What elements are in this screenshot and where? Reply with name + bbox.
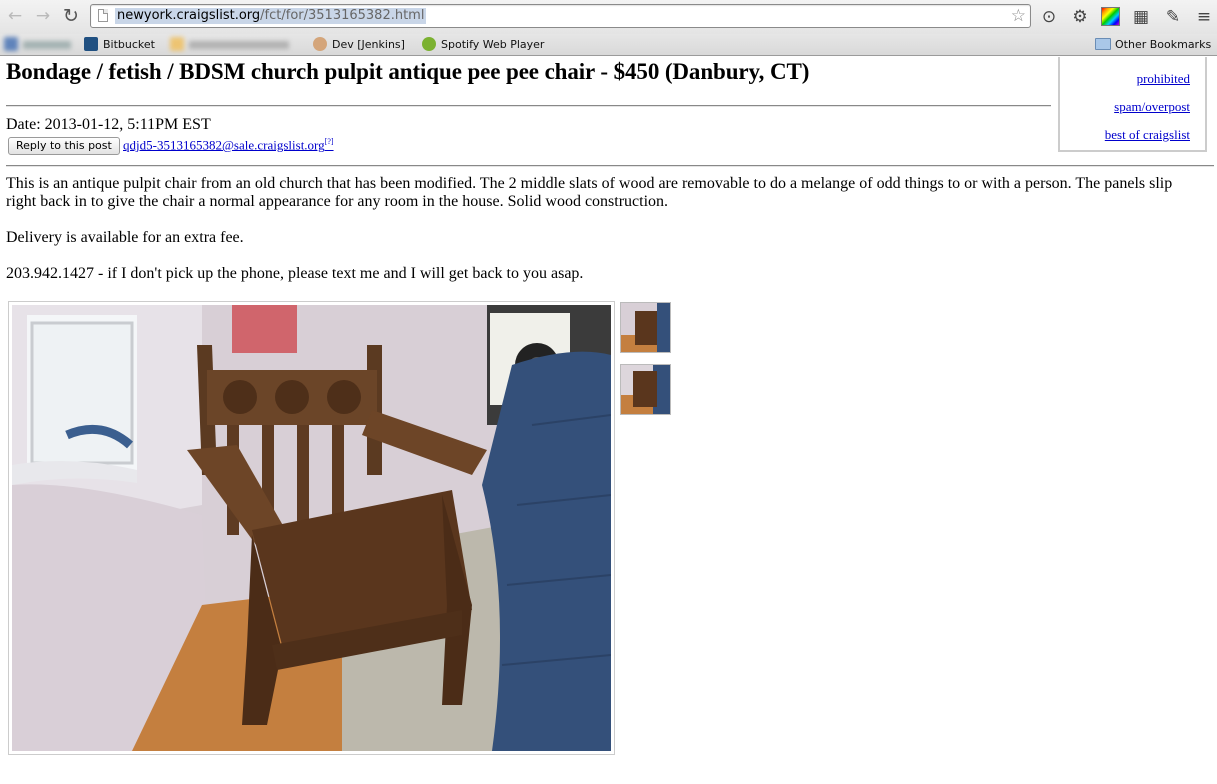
chair-photo bbox=[12, 305, 612, 751]
page-icon bbox=[98, 9, 108, 22]
body-paragraph: Delivery is available for an extra fee. bbox=[6, 229, 244, 246]
flag-prohibited-link[interactable]: prohibited bbox=[1137, 71, 1190, 87]
url-text[interactable]: newyork.craigslist.org/fct/for/351316538… bbox=[115, 8, 427, 24]
menu-icon[interactable]: ≡ bbox=[1193, 6, 1215, 28]
bookmarks-bar: Bitbucket Dev [Jenkins] Spotify Web Play… bbox=[0, 34, 1217, 56]
address-bar[interactable]: newyork.craigslist.org/fct/for/351316538… bbox=[90, 4, 1031, 28]
main-photo bbox=[8, 301, 615, 755]
thumbnail-image bbox=[621, 365, 670, 414]
eyedropper-icon[interactable]: ✎ bbox=[1162, 6, 1184, 28]
best-of-craigslist-link[interactable]: best of craigslist bbox=[1105, 127, 1190, 143]
bookmark-favicon-icon bbox=[4, 37, 18, 51]
bookmark-spotify[interactable]: Spotify Web Player bbox=[422, 37, 544, 53]
bookmark-blurred-1[interactable] bbox=[4, 37, 71, 53]
body-paragraph: 203.942.1427 - if I don't pick up the ph… bbox=[6, 265, 584, 282]
forward-icon[interactable]: → bbox=[33, 6, 53, 26]
bookmark-favicon-icon bbox=[170, 37, 184, 51]
gear-icon[interactable]: ⚙ bbox=[1069, 6, 1091, 28]
bookmark-star-icon[interactable]: ☆ bbox=[1011, 6, 1026, 26]
title-divider bbox=[6, 105, 1051, 107]
flag-spam-link[interactable]: spam/overpost bbox=[1114, 99, 1190, 115]
bookmark-bitbucket[interactable]: Bitbucket bbox=[84, 37, 155, 53]
posting-body: This is an antique pulpit chair from an … bbox=[6, 175, 1201, 301]
flag-box: prohibited spam/overpost best of craigsl… bbox=[1058, 57, 1207, 152]
browser-toolbar: ← → ↻ newyork.craigslist.org/fct/for/351… bbox=[0, 0, 1217, 34]
posting-title: Bondage / fetish / BDSM church pulpit an… bbox=[6, 59, 810, 84]
reply-email-link[interactable]: qdjd5-3513165382@sale.craigslist.org[?] bbox=[123, 137, 334, 153]
spotify-icon bbox=[422, 37, 436, 51]
thumbnail-2[interactable] bbox=[620, 364, 671, 415]
bookmark-blurred-2[interactable] bbox=[170, 37, 289, 53]
extension-circle-icon[interactable]: ⊙ bbox=[1038, 6, 1060, 28]
body-paragraph: This is an antique pulpit chair from an … bbox=[6, 175, 1173, 210]
folder-icon bbox=[1095, 38, 1111, 50]
incognito-icon[interactable]: ▦ bbox=[1130, 6, 1152, 28]
body-divider bbox=[6, 165, 1214, 167]
thumbnail-1[interactable] bbox=[620, 302, 671, 353]
reply-help-link[interactable]: [?] bbox=[325, 137, 334, 146]
bitbucket-icon bbox=[84, 37, 98, 51]
reply-button[interactable]: Reply to this post bbox=[8, 137, 120, 155]
posting-date: Date: 2013-01-12, 5:11PM EST bbox=[6, 116, 211, 133]
reload-icon[interactable]: ↻ bbox=[61, 6, 81, 26]
page-content: prohibited spam/overpost best of craigsl… bbox=[0, 57, 1217, 784]
color-picker-icon[interactable] bbox=[1101, 7, 1120, 26]
other-bookmarks[interactable]: Other Bookmarks bbox=[1095, 37, 1211, 53]
back-icon[interactable]: ← bbox=[5, 6, 25, 26]
jenkins-icon bbox=[313, 37, 327, 51]
thumbnail-image bbox=[621, 303, 670, 352]
bookmark-dev-jenkins[interactable]: Dev [Jenkins] bbox=[313, 37, 405, 53]
